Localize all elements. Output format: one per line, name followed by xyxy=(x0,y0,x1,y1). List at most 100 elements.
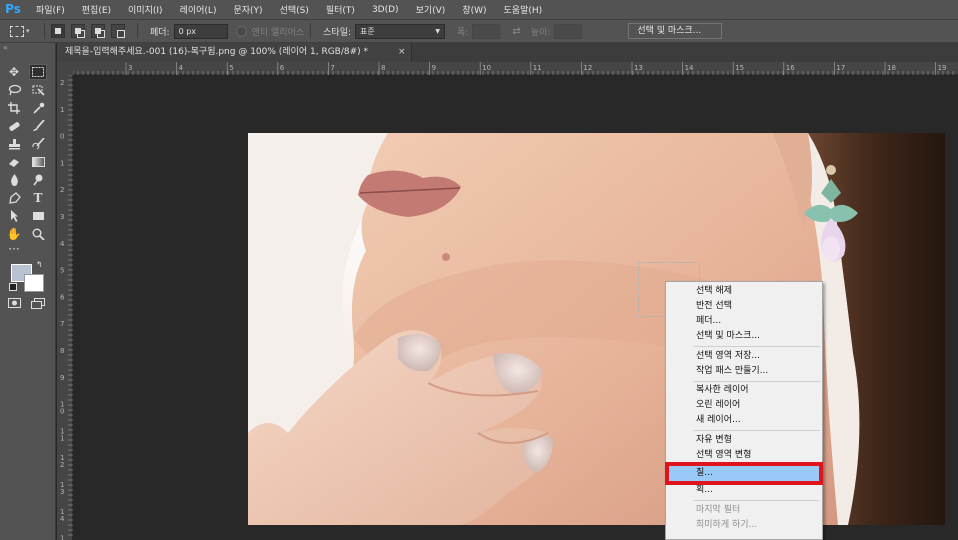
ruler-origin[interactable] xyxy=(57,62,73,75)
intersect-selection-button[interactable] xyxy=(111,24,125,38)
menu-bar: Ps 파일(F) 편집(E) 이미지(I) 레이어(L) 문자(Y) 선택(S)… xyxy=(0,0,958,19)
swap-dimensions-icon: ⇄ xyxy=(512,25,521,37)
eraser-icon[interactable] xyxy=(5,154,23,170)
menu-filter[interactable]: 필터(T) xyxy=(326,3,355,16)
menu-item-last-filter: 마지막 필터 xyxy=(696,505,741,515)
menu-item-transform-selection[interactable]: 선택 영역 변형 xyxy=(667,448,821,463)
crop-icon[interactable] xyxy=(5,100,23,116)
menu-file[interactable]: 파일(F) xyxy=(36,3,65,16)
hand-icon[interactable]: ✋ xyxy=(5,226,23,242)
annotation-highlight-box xyxy=(665,462,823,485)
ruler-label: 14 xyxy=(685,64,694,72)
menu-item-new-layer[interactable]: 새 레이어... xyxy=(667,413,821,428)
antialias-label: 앤티 앨리어스 xyxy=(251,27,305,38)
menu-item-make-work-path[interactable]: 작업 패스 만들기... xyxy=(667,364,821,379)
healing-brush-icon[interactable] xyxy=(5,118,23,134)
ruler-label: 13 xyxy=(634,64,643,72)
quick-mask-icon[interactable] xyxy=(5,296,23,312)
menu-item-fade: 희미하게 하기... xyxy=(696,520,758,530)
menu-item-layer-via-copy[interactable]: 복사한 레이어 xyxy=(667,383,821,398)
ruler-label: 17 xyxy=(836,64,845,72)
photo-image xyxy=(248,133,945,525)
pen-icon[interactable] xyxy=(5,190,23,206)
screen-mode-icon[interactable] xyxy=(29,296,47,312)
ruler-label: 10 xyxy=(482,64,491,72)
document-tab[interactable]: 제목을-입력해주세요.-001 (16)-복구됨.png @ 100% (레이어… xyxy=(57,43,412,62)
quick-select-icon[interactable] xyxy=(29,82,47,98)
menu-help[interactable]: 도움말(H) xyxy=(504,3,543,16)
menu-window[interactable]: 창(W) xyxy=(462,3,486,16)
ruler-label: 7 xyxy=(330,64,334,72)
add-to-selection-button[interactable] xyxy=(71,24,85,38)
menu-divider xyxy=(694,381,820,382)
blur-icon[interactable] xyxy=(5,172,23,188)
menu-3d[interactable]: 3D(D) xyxy=(372,5,399,15)
menu-select[interactable]: 선택(S) xyxy=(280,3,309,16)
more-tools-icon[interactable]: ··· xyxy=(5,241,23,257)
select-and-mask-button[interactable]: 선택 및 마스크... xyxy=(628,23,723,39)
menu-item-select-inverse[interactable]: 반전 선택 xyxy=(667,299,821,314)
tool-preset-picker[interactable]: ▾ xyxy=(10,23,38,39)
brush-icon[interactable] xyxy=(29,118,47,134)
width-input xyxy=(472,23,501,39)
menu-item-layer-via-cut[interactable]: 오린 레이어 xyxy=(667,398,821,413)
path-select-icon[interactable] xyxy=(5,208,23,224)
menu-type[interactable]: 문자(Y) xyxy=(233,3,262,16)
ruler-label: 4 xyxy=(179,64,184,72)
rect-marquee-icon xyxy=(10,25,24,37)
ruler-label: 5 xyxy=(60,267,64,275)
shape-icon[interactable] xyxy=(29,208,47,224)
zoom-icon[interactable] xyxy=(29,226,47,242)
style-value: 표준 xyxy=(360,26,375,36)
menu-image[interactable]: 이미지(I) xyxy=(128,3,163,16)
vertical-ruler[interactable]: 210123456789101112131415 xyxy=(57,75,73,540)
ruler-label: 4 xyxy=(60,240,65,248)
new-selection-button[interactable] xyxy=(51,24,65,38)
menu-item-free-transform[interactable]: 자유 변형 xyxy=(667,433,821,448)
menu-layer[interactable]: 레이어(L) xyxy=(180,3,217,16)
divider xyxy=(44,23,45,39)
menu-item-deselect[interactable]: 선택 해제 xyxy=(667,284,821,299)
panel-collapse-icon[interactable]: « xyxy=(3,43,8,52)
ruler-label: 2 xyxy=(60,461,64,469)
rect-marquee-icon[interactable] xyxy=(29,64,47,80)
dodge-icon[interactable] xyxy=(29,172,47,188)
history-brush-icon[interactable] xyxy=(29,136,47,152)
feather-input[interactable]: 0 px xyxy=(173,23,228,39)
background-color-swatch[interactable] xyxy=(24,274,44,292)
menu-view[interactable]: 보기(V) xyxy=(416,3,446,16)
close-icon[interactable]: × xyxy=(398,43,406,62)
menu-edit[interactable]: 편집(E) xyxy=(82,3,111,16)
default-colors-icon[interactable] xyxy=(9,283,17,291)
tools-panel: « ✥ T ✋ ··· ↰ xyxy=(0,43,56,540)
ruler-label: 8 xyxy=(381,64,385,72)
type-icon[interactable]: T xyxy=(29,190,47,206)
ruler-label: 3 xyxy=(60,488,64,496)
eyedropper-icon[interactable] xyxy=(29,100,47,116)
style-label: 스타일: xyxy=(323,27,352,38)
ruler-label: 1 xyxy=(60,159,64,167)
ruler-label: 6 xyxy=(280,64,285,72)
menu-item-stroke[interactable]: 획... xyxy=(667,483,821,498)
move-tool-icon[interactable]: ✥ xyxy=(5,64,23,80)
clone-stamp-icon[interactable] xyxy=(5,136,23,152)
document-title: 제목을-입력해주세요.-001 (16)-복구됨.png @ 100% (레이어… xyxy=(65,47,369,57)
document-canvas[interactable] xyxy=(73,75,958,540)
swap-colors-icon[interactable]: ↰ xyxy=(36,260,43,269)
menu-item-save-selection[interactable]: 선택 영역 저장... xyxy=(667,349,821,364)
chevron-down-icon: ▾ xyxy=(26,27,30,35)
horizontal-ruler[interactable]: 345678910111213141516171819202122 xyxy=(73,62,958,75)
subtract-from-selection-button[interactable] xyxy=(91,24,105,38)
antialias-checkbox[interactable] xyxy=(235,25,247,37)
menu-item-select-and-mask[interactable]: 선택 및 마스크... xyxy=(667,329,821,344)
menu-item-feather[interactable]: 페더... xyxy=(667,314,821,329)
lasso-icon[interactable] xyxy=(5,82,23,98)
photoshop-logo: Ps xyxy=(5,2,21,16)
ruler-label: 19 xyxy=(938,64,947,72)
gradient-icon[interactable] xyxy=(29,154,47,170)
feather-label: 페더: xyxy=(150,27,170,38)
menu-divider xyxy=(694,430,820,431)
ruler-label: 8 xyxy=(60,347,64,355)
ruler-label: 7 xyxy=(60,320,64,328)
style-select[interactable]: 표준 ▼ xyxy=(355,23,446,39)
